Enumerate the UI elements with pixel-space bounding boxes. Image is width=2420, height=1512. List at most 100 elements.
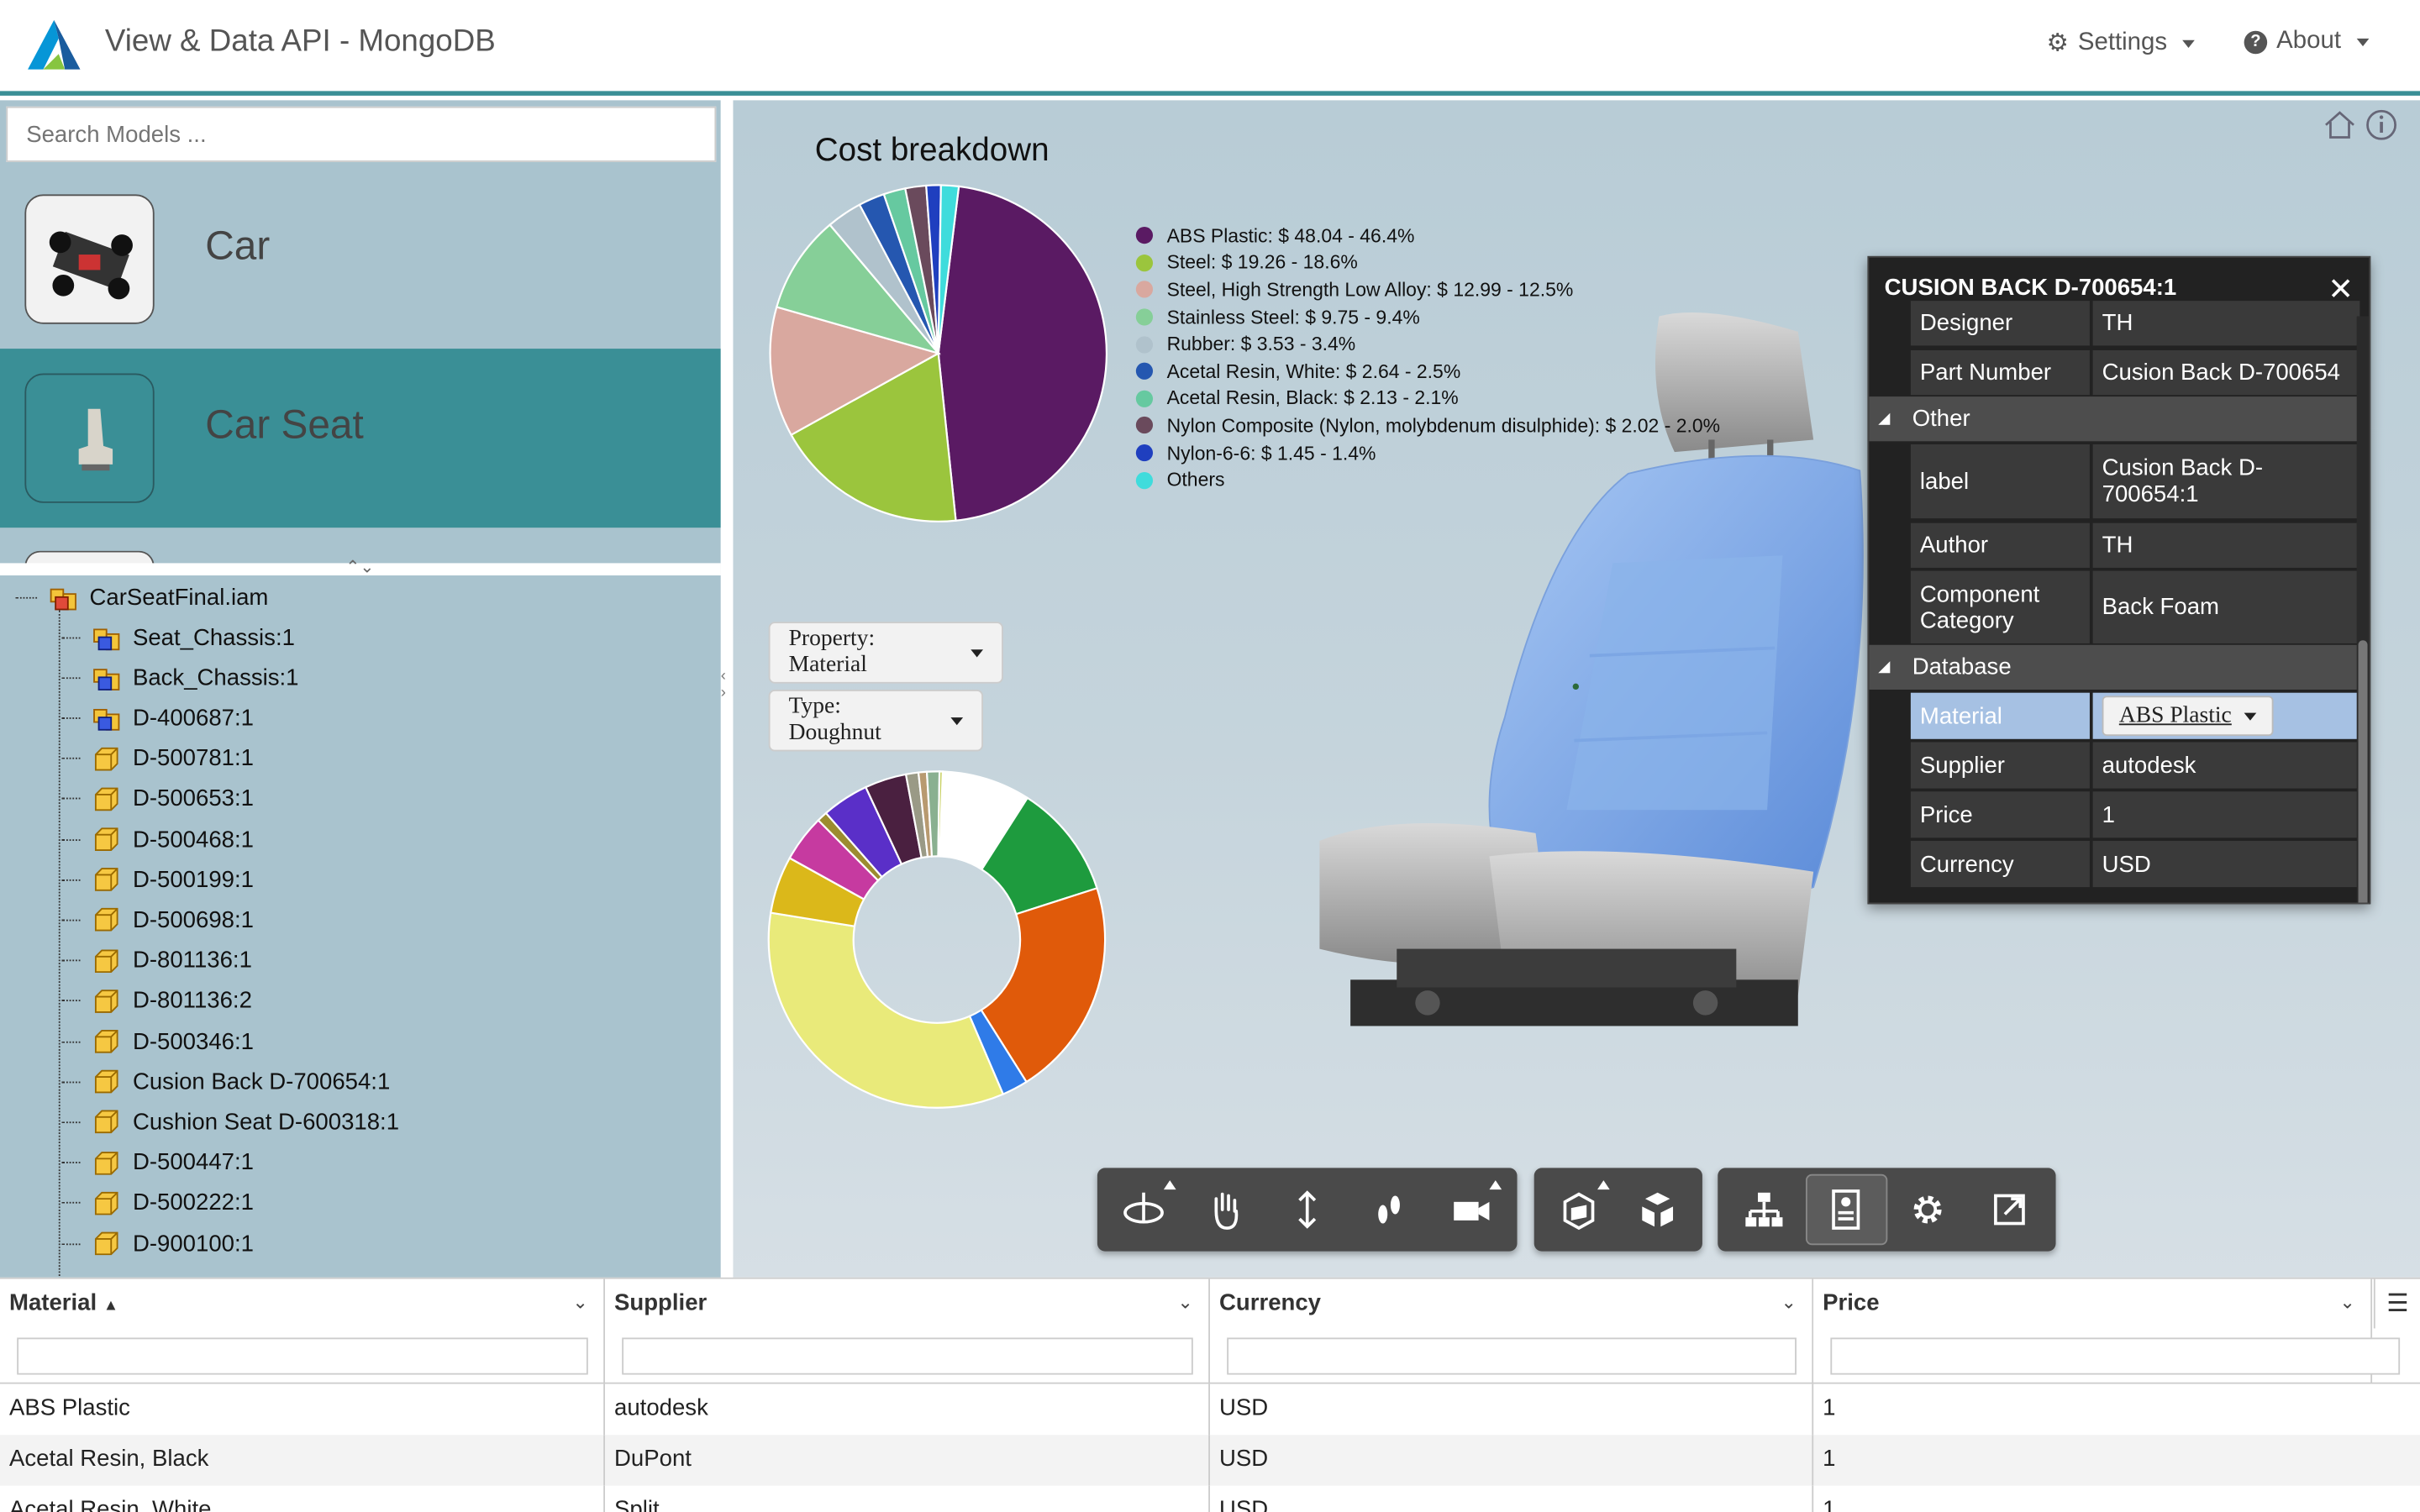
- chevron-down-icon[interactable]: ⌄: [2339, 1291, 2354, 1313]
- material-doughnut-chart[interactable]: [767, 770, 1107, 1110]
- tree-node[interactable]: D-500781:1: [61, 742, 254, 775]
- collapse-arrows-icon[interactable]: ‹ ›: [721, 668, 726, 701]
- properties-button[interactable]: [1805, 1173, 1887, 1246]
- legend-label: Stainless Steel: $ 9.75 - 9.4%: [1166, 306, 1420, 328]
- chevron-down-icon[interactable]: ⌄: [1177, 1291, 1192, 1313]
- legend-item[interactable]: Nylon Composite (Nylon, molybdenum disul…: [1135, 412, 1720, 439]
- category-other[interactable]: ◢ Other: [1869, 396, 2360, 442]
- legend-item[interactable]: Rubber: $ 3.53 - 3.4%: [1135, 331, 1720, 358]
- legend-item[interactable]: Steel: $ 19.26 - 18.6%: [1135, 249, 1720, 276]
- material-filter-input[interactable]: [17, 1337, 588, 1375]
- model-browser-button[interactable]: [1724, 1174, 1806, 1245]
- property-dropdown[interactable]: Property: Material: [768, 622, 1003, 684]
- chevron-down-icon: [2356, 38, 2370, 46]
- property-row: Designer TH: [1869, 301, 2360, 348]
- legend-item[interactable]: Others: [1135, 466, 1720, 493]
- car-seat-image: [78, 408, 113, 471]
- orbit-button[interactable]: [1103, 1174, 1185, 1245]
- category-database[interactable]: ◢ Database: [1869, 644, 2360, 690]
- tree-node[interactable]: D-500653:1: [61, 782, 254, 816]
- section-button[interactable]: [1540, 1174, 1618, 1245]
- autodesk-logo: [28, 19, 81, 70]
- tree-node[interactable]: D-500199:1: [61, 863, 254, 896]
- tree-node[interactable]: D-801136:2: [61, 984, 252, 1017]
- fullscreen-icon: [1993, 1194, 2025, 1226]
- tree-node[interactable]: D-900100:1: [61, 1226, 254, 1260]
- column-title-text: Material: [9, 1289, 97, 1316]
- explode-button[interactable]: [1618, 1174, 1697, 1245]
- settings-button[interactable]: [1886, 1174, 1968, 1245]
- tree-node[interactable]: D-500222:1: [61, 1186, 254, 1220]
- currency-filter-input[interactable]: [1227, 1337, 1797, 1375]
- legend-swatch: [1135, 227, 1154, 244]
- gear-icon: [1913, 1195, 1942, 1224]
- tree-node[interactable]: D-500468:1: [61, 822, 254, 856]
- collapse-chevron-icon[interactable]: ⌃⌄: [345, 557, 374, 577]
- cell-currency: USD: [1210, 1383, 1814, 1436]
- tree-root-node[interactable]: CarSeatFinal.iam: [15, 580, 268, 614]
- app-root: View & Data API - MongoDB ⚙ Settings ? A…: [0, 0, 2420, 1512]
- legend-item[interactable]: Nylon-6-6: $ 1.45 - 1.4%: [1135, 439, 1720, 466]
- grid-menu-icon[interactable]: ☰: [2373, 1278, 2420, 1329]
- info-icon[interactable]: [2365, 108, 2398, 142]
- tree-node[interactable]: D-801136:1: [61, 943, 252, 977]
- legend-swatch: [1135, 308, 1154, 326]
- donut-slice-4[interactable]: [767, 911, 1005, 1109]
- tree-node-label: D-801136:1: [132, 947, 252, 974]
- tree-node[interactable]: D-500346:1: [61, 1025, 254, 1058]
- property-row-selected[interactable]: Material ABS Plastic: [1869, 691, 2360, 739]
- camera-button[interactable]: [1429, 1174, 1511, 1245]
- pan-button[interactable]: [1185, 1174, 1266, 1245]
- about-menu[interactable]: ? About: [2244, 28, 2370, 55]
- settings-menu[interactable]: ⚙ Settings: [2047, 28, 2196, 59]
- property-value: Cusion Back D-700654:1: [2092, 444, 2360, 519]
- pie-slice-0[interactable]: [937, 185, 1108, 522]
- tree-node[interactable]: Cushion Seat D-600318:1: [61, 1105, 399, 1139]
- vertical-splitter[interactable]: ‹ ›: [720, 100, 734, 1278]
- model-item-car-seat[interactable]: Car Seat: [0, 349, 721, 528]
- assembly-icon: [92, 664, 120, 691]
- model-tree: CarSeatFinal.iam Seat_Chassis:1 Back_Chas…: [0, 575, 721, 1278]
- home-icon[interactable]: [2323, 109, 2356, 140]
- table-row[interactable]: Acetal Resin, Black DuPont USD 1: [0, 1435, 2420, 1486]
- table-row[interactable]: Acetal Resin, White Split USD 1: [0, 1485, 2420, 1512]
- panel-scrollbar[interactable]: [2356, 316, 2370, 903]
- legend-item[interactable]: Stainless Steel: $ 9.75 - 9.4%: [1135, 303, 1720, 330]
- table-row[interactable]: ABS Plastic autodesk USD 1: [0, 1383, 2420, 1436]
- walk-button[interactable]: [1348, 1174, 1429, 1245]
- tree-node[interactable]: Seat_Chassis:1: [61, 620, 295, 654]
- scrollbar-thumb[interactable]: [2358, 640, 2368, 903]
- tree-node[interactable]: Cusion Back D-700654:1: [61, 1065, 390, 1099]
- tree-node[interactable]: D-500698:1: [61, 903, 254, 937]
- price-filter-input[interactable]: [1830, 1337, 2401, 1375]
- column-header-supplier[interactable]: Supplier ⌄: [605, 1278, 1211, 1384]
- model-item-car[interactable]: Car: [0, 170, 721, 349]
- chevron-down-icon[interactable]: ⌄: [572, 1291, 587, 1313]
- cell-currency: USD: [1210, 1485, 1814, 1512]
- legend-swatch: [1135, 335, 1154, 354]
- tree-node-label: D-500698:1: [132, 906, 254, 934]
- fullscreen-button[interactable]: [1968, 1174, 2049, 1245]
- chart-type-dropdown-label: Type: Doughnut: [788, 694, 881, 746]
- app-title: View & Data API - MongoDB: [104, 24, 496, 59]
- cost-pie-chart[interactable]: [767, 182, 1110, 525]
- legend-item[interactable]: Acetal Resin, White: $ 2.64 - 2.5%: [1135, 358, 1720, 385]
- chevron-down-icon[interactable]: ⌄: [1781, 1291, 1796, 1313]
- section-cube-icon: [1564, 1192, 1595, 1231]
- material-select[interactable]: ABS Plastic: [2102, 696, 2274, 737]
- tree-node[interactable]: D-500447:1: [61, 1146, 254, 1179]
- zoom-button[interactable]: [1266, 1174, 1348, 1245]
- search-input[interactable]: [6, 106, 717, 162]
- supplier-filter-input[interactable]: [622, 1337, 1193, 1375]
- chart-type-dropdown[interactable]: Type: Doughnut: [768, 690, 984, 752]
- column-header-currency[interactable]: Currency ⌄: [1210, 1278, 1814, 1384]
- legend-item[interactable]: Acetal Resin, Black: $ 2.13 - 2.1%: [1135, 385, 1720, 412]
- flyout-indicator: [1489, 1180, 1502, 1190]
- legend-item[interactable]: ABS Plastic: $ 48.04 - 46.4%: [1135, 222, 1720, 249]
- column-header-material[interactable]: Material ▲ ⌄: [0, 1278, 606, 1384]
- tree-node[interactable]: Back_Chassis:1: [61, 660, 299, 694]
- pane-splitter[interactable]: ⌃⌄: [0, 559, 721, 577]
- legend-item[interactable]: Steel, High Strength Low Alloy: $ 12.99 …: [1135, 276, 1720, 303]
- column-header-price[interactable]: Price ⌄: [1813, 1278, 2401, 1384]
- tree-node[interactable]: D-400687:1: [61, 701, 254, 735]
